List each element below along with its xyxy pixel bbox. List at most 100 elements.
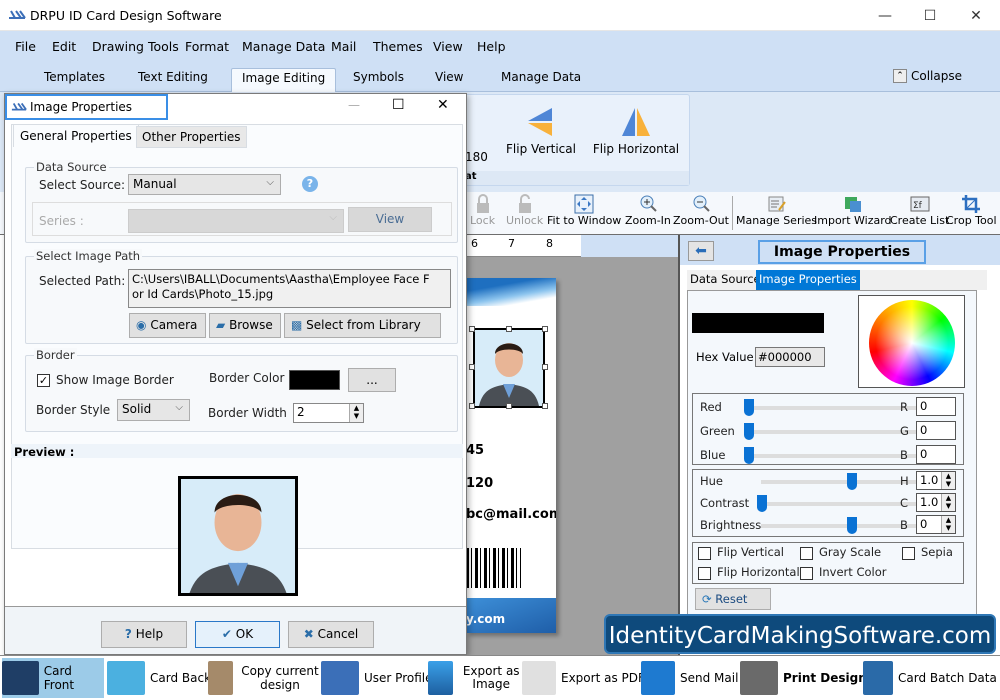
slider-thumb[interactable] bbox=[846, 473, 857, 490]
menu-edit[interactable]: Edit bbox=[52, 39, 76, 54]
tab-view[interactable]: View bbox=[425, 68, 473, 92]
hex-value-field[interactable]: #000000 bbox=[755, 347, 825, 367]
resize-handle[interactable] bbox=[542, 403, 548, 409]
maximize-button[interactable]: ☐ bbox=[920, 6, 940, 26]
series-dropdown[interactable]: ⌵ bbox=[128, 209, 344, 233]
dialog-minimize-button[interactable]: — bbox=[348, 98, 360, 112]
fit-to-window-button[interactable]: Fit to Window bbox=[547, 194, 621, 234]
resize-handle[interactable] bbox=[542, 326, 548, 332]
id-card[interactable]: 45 120 bc@mail.com y.com bbox=[466, 278, 556, 633]
slider-thumb[interactable] bbox=[846, 517, 857, 534]
dialog-maximize-button[interactable]: ☐ bbox=[392, 97, 405, 113]
menu-help[interactable]: Help bbox=[477, 39, 506, 54]
flip-vertical-checkbox[interactable] bbox=[698, 547, 711, 560]
show-border-checkbox[interactable]: ✓ bbox=[37, 374, 50, 387]
menu-drawing-tools[interactable]: Drawing Tools bbox=[92, 39, 179, 54]
contrast-value-field[interactable]: 1.0 ▲ ▼ bbox=[916, 493, 956, 512]
slider-thumb[interactable] bbox=[744, 447, 754, 464]
tab-other-properties[interactable]: Other Properties bbox=[136, 126, 247, 148]
tab-manage-data[interactable]: Manage Data bbox=[491, 68, 591, 92]
export-image-button[interactable]: Export as Image bbox=[428, 658, 524, 698]
tab-image-editing[interactable]: Image Editing bbox=[231, 68, 337, 92]
gray-scale-checkbox[interactable] bbox=[800, 547, 813, 560]
resize-handle[interactable] bbox=[506, 403, 512, 409]
zoom-out-button[interactable]: Zoom-Out bbox=[673, 194, 729, 234]
menu-manage-data[interactable]: Manage Data bbox=[242, 39, 325, 54]
selected-path-field[interactable]: C:\Users\IBALL\Documents\Aastha\Employee… bbox=[128, 269, 451, 308]
tab-templates[interactable]: Templates bbox=[34, 68, 115, 92]
menu-view[interactable]: View bbox=[433, 39, 463, 54]
tab-data-source[interactable]: Data Source bbox=[690, 272, 761, 286]
spinner-arrows-icon[interactable]: ▲ ▼ bbox=[941, 472, 955, 489]
resize-handle[interactable] bbox=[469, 364, 475, 370]
color-picker-button[interactable]: ... bbox=[348, 368, 396, 392]
ok-button[interactable]: ✔ OK bbox=[195, 621, 280, 648]
card-front-button[interactable]: Card Front bbox=[2, 658, 104, 698]
spinner-arrows-icon[interactable]: ▲ ▼ bbox=[349, 404, 363, 422]
manage-series-button[interactable]: Manage Series bbox=[736, 194, 817, 234]
close-button[interactable]: ✕ bbox=[966, 6, 986, 26]
zoom-in-button[interactable]: Zoom-In bbox=[625, 194, 671, 234]
view-button[interactable]: View bbox=[348, 207, 432, 232]
card-photo[interactable] bbox=[473, 328, 545, 408]
border-width-spinner[interactable]: 2 ▲ ▼ bbox=[293, 403, 364, 423]
slider-thumb[interactable] bbox=[757, 495, 767, 512]
menu-mail[interactable]: Mail bbox=[331, 39, 356, 54]
tab-image-properties[interactable]: Image Properties bbox=[756, 270, 860, 291]
tab-symbols[interactable]: Symbols bbox=[343, 68, 414, 92]
spinner-arrows-icon[interactable]: ▲ ▼ bbox=[941, 494, 955, 511]
help-circle-icon[interactable]: ? bbox=[302, 176, 318, 192]
user-profile-button[interactable]: User Profile bbox=[321, 658, 432, 698]
import-wizard-button[interactable]: Import Wizard bbox=[814, 194, 892, 234]
select-source-dropdown[interactable]: Manual ⌵ bbox=[128, 174, 281, 195]
resize-handle[interactable] bbox=[542, 364, 548, 370]
resize-handle[interactable] bbox=[506, 326, 512, 332]
select-from-library-button[interactable]: ▩ Select from Library bbox=[284, 313, 441, 338]
barcode[interactable] bbox=[466, 548, 521, 588]
create-list-button[interactable]: Σf Create List bbox=[890, 194, 949, 234]
red-value-field[interactable]: 0 bbox=[916, 397, 956, 416]
green-value-field[interactable]: 0 bbox=[916, 421, 956, 440]
blue-value-field[interactable]: 0 bbox=[916, 445, 956, 464]
menu-themes[interactable]: Themes bbox=[373, 39, 423, 54]
slider-thumb[interactable] bbox=[744, 399, 754, 416]
card-text[interactable]: bc@mail.com bbox=[466, 507, 556, 522]
card-batch-data-button[interactable]: Card Batch Data bbox=[863, 658, 997, 698]
dialog-close-button[interactable]: ✕ bbox=[437, 97, 449, 113]
border-color-swatch[interactable] bbox=[289, 370, 340, 390]
sepia-checkbox[interactable] bbox=[902, 547, 915, 560]
copy-design-button[interactable]: Copy current design bbox=[208, 658, 322, 698]
camera-button[interactable]: ◉ Camera bbox=[129, 313, 206, 338]
cancel-button[interactable]: ✖ Cancel bbox=[288, 621, 374, 648]
back-button[interactable]: ⬅ bbox=[688, 241, 714, 261]
flip-horizontal-checkbox[interactable] bbox=[698, 567, 711, 580]
hue-value-field[interactable]: 1.0 ▲ ▼ bbox=[916, 471, 956, 490]
dialog-title-bar[interactable]: Image Properties bbox=[5, 94, 168, 120]
brightness-value-field[interactable]: 0 ▲ ▼ bbox=[916, 515, 956, 534]
tab-general-properties[interactable]: General Properties bbox=[13, 124, 139, 147]
card-back-button[interactable]: Card Back bbox=[107, 658, 211, 698]
rotate-180-label[interactable]: 180 bbox=[465, 150, 488, 164]
collapse-button[interactable]: ⌃ Collapse bbox=[893, 69, 962, 83]
border-style-dropdown[interactable]: Solid ⌵ bbox=[117, 399, 190, 421]
menu-file[interactable]: File bbox=[15, 39, 36, 54]
resize-handle[interactable] bbox=[469, 403, 475, 409]
resize-handle[interactable] bbox=[469, 326, 475, 332]
slider-thumb[interactable] bbox=[744, 423, 754, 440]
print-design-button[interactable]: Print Design bbox=[740, 658, 867, 698]
send-mail-button[interactable]: Send Mail bbox=[641, 658, 738, 698]
card-text[interactable]: 45 bbox=[466, 443, 484, 458]
flip-vertical-button[interactable]: Flip Vertical bbox=[506, 105, 576, 156]
minimize-button[interactable]: — bbox=[875, 6, 895, 26]
reset-button[interactable]: ⟳ Reset bbox=[695, 588, 771, 610]
export-pdf-button[interactable]: Export as PDF bbox=[522, 658, 645, 698]
spinner-arrows-icon[interactable]: ▲ ▼ bbox=[941, 516, 955, 533]
invert-color-checkbox[interactable] bbox=[800, 567, 813, 580]
lock-button[interactable]: Lock bbox=[470, 194, 495, 234]
flip-horizontal-button[interactable]: Flip Horizontal bbox=[591, 105, 681, 156]
crop-tool-button[interactable]: Crop Tool bbox=[946, 194, 997, 234]
card-text[interactable]: 120 bbox=[466, 476, 493, 491]
browse-button[interactable]: ▰ Browse bbox=[209, 313, 281, 338]
tab-text-editing[interactable]: Text Editing bbox=[128, 68, 218, 92]
color-wheel[interactable] bbox=[868, 300, 955, 386]
